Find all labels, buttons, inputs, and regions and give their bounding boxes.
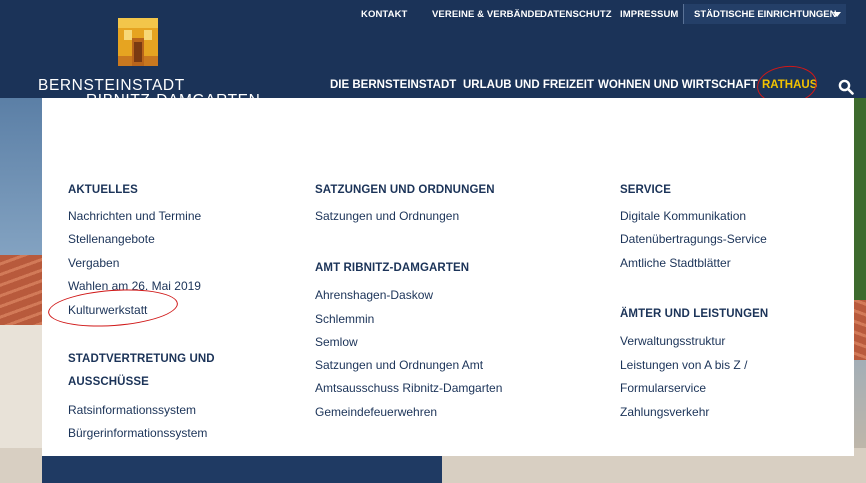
highlight-circle-kulturwerkstatt [46,285,180,331]
menu-link-formularservice[interactable]: Formularservice [620,381,706,395]
heading-aktuelles: AKTUELLES [68,184,138,196]
menu-link-ratsinformationssystem[interactable]: Ratsinformationssystem [68,403,196,417]
menu-link-semlow[interactable]: Semlow [315,335,358,349]
menu-link-nachrichten[interactable]: Nachrichten und Termine [68,209,201,223]
utility-link-datenschutz[interactable]: DATENSCHUTZ [540,9,612,20]
heading-service: SERVICE [620,184,671,196]
menu-link-satzungen-amt[interactable]: Satzungen und Ordnungen Amt [315,358,483,372]
menu-link-stellenangebote[interactable]: Stellenangebote [68,232,155,246]
menu-link-zahlungsverkehr[interactable]: Zahlungsverkehr [620,405,709,419]
heading-amt: AMT RIBNITZ-DAMGARTEN [315,262,470,274]
nav-item-bernsteinstadt[interactable]: DIE BERNSTEINSTADT [330,79,456,91]
nav-item-wohnen[interactable]: WOHNEN UND WIRTSCHAFT [598,79,758,91]
menu-link-verwaltungsstruktur[interactable]: Verwaltungsstruktur [620,334,725,348]
site-header: BERNSTEINSTADT RIBNITZ-DAMGARTEN DIE BER… [0,18,866,109]
heading-aemter: ÄMTER UND LEISTUNGEN [620,308,769,320]
institutions-select-label: STÄDTISCHE EINRICHTUNGEN [694,9,837,20]
menu-link-datenuebertragung[interactable]: Datenübertragungs-Service [620,232,767,246]
nav-item-urlaub[interactable]: URLAUB UND FREIZEIT [463,79,594,91]
search-icon[interactable] [838,79,854,95]
heading-stadtvertretung-line1: STADTVERTRETUNG UND [68,353,215,365]
utility-link-kontakt[interactable]: KONTAKT [361,9,407,20]
utility-link-impressum[interactable]: IMPRESSUM [620,9,678,20]
menu-link-digitale-kommunikation[interactable]: Digitale Kommunikation [620,209,746,223]
menu-link-gemeindefeuerwehren[interactable]: Gemeindefeuerwehren [315,405,437,419]
city-emblem-icon [118,18,158,66]
utility-link-vereine[interactable]: VEREINE & VERBÄNDE [432,9,541,20]
menu-link-satzungen[interactable]: Satzungen und Ordnungen [315,209,459,223]
menu-link-buergerinformationssystem[interactable]: Bürgerinformationssystem [68,426,207,440]
menu-link-stadtblaetter[interactable]: Amtliche Stadtblätter [620,256,731,270]
menu-link-leistungen[interactable]: Leistungen von A bis Z / [620,358,747,372]
menu-link-amtsausschuss[interactable]: Amtsausschuss Ribnitz-Damgarten [315,381,502,395]
rathaus-mega-menu: AKTUELLES Nachrichten und Termine Stelle… [42,98,854,456]
heading-satzungen: SATZUNGEN UND ORDNUNGEN [315,184,495,196]
menu-link-ahrenshagen[interactable]: Ahrenshagen-Daskow [315,288,433,302]
caret-down-icon [833,12,841,17]
institutions-select[interactable]: STÄDTISCHE EINRICHTUNGEN [683,4,846,24]
menu-link-vergaben[interactable]: Vergaben [68,256,119,270]
heading-stadtvertretung-line2: AUSSCHÜSSE [68,376,149,388]
menu-link-schlemmin[interactable]: Schlemmin [315,312,374,326]
